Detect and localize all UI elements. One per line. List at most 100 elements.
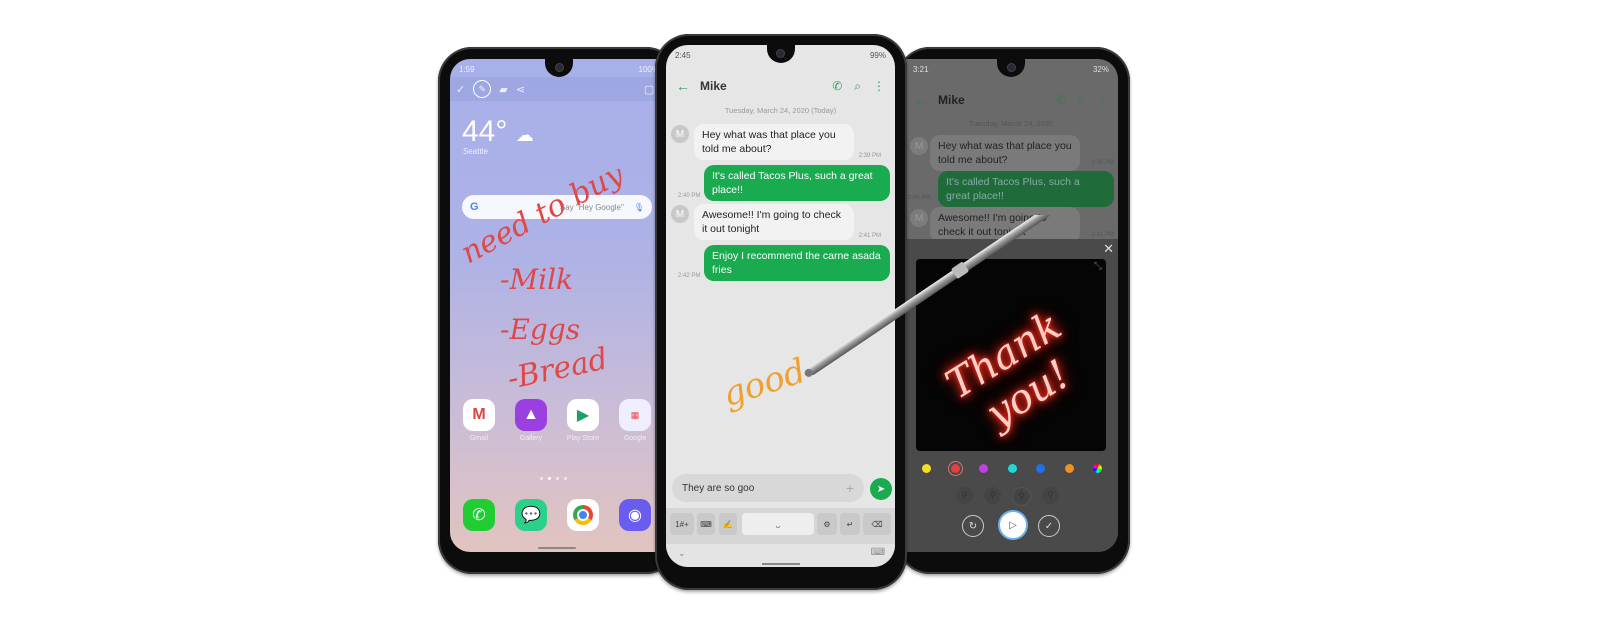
color-blue[interactable] — [1036, 464, 1045, 473]
undo-button[interactable]: ↻ — [962, 515, 984, 537]
camera-icon: ◉ — [619, 499, 651, 531]
call-icon[interactable]: ✆ — [1055, 93, 1065, 107]
keyboard-toggle-icon[interactable]: ⌨ — [871, 547, 885, 558]
chat-header: ← Mike ✆ ⌕ ⋮ — [666, 69, 895, 103]
check-icon[interactable]: ✓ — [456, 83, 465, 96]
back-icon[interactable]: ← — [914, 92, 928, 108]
message-bubble: Hey what was that place you told me abou… — [930, 135, 1080, 171]
phone-icon: ✆ — [463, 499, 495, 531]
done-button[interactable]: ✓ — [1038, 515, 1060, 537]
message-bubble: It's called Tacos Plus, such a great pla… — [704, 165, 890, 201]
share-icon[interactable]: ⋖ — [516, 83, 525, 96]
dock-chrome[interactable] — [566, 499, 600, 535]
search-icon[interactable]: ⌕ — [1077, 93, 1084, 108]
message-time: 2:39 PM — [1091, 160, 1114, 166]
nav-bar: ⌄ ⌨ — [666, 544, 895, 567]
date-label: Tuesday, March 24, 2020 — [968, 119, 1054, 128]
dock-camera[interactable]: ◉ — [618, 499, 652, 535]
home-indicator — [538, 547, 576, 549]
pen-toolbar: ✓ ✎ ▰ ⋖ ▢ › — [450, 77, 668, 101]
close-icon[interactable]: ✕ — [1103, 241, 1114, 257]
pen-icon[interactable]: ✎ — [473, 80, 492, 98]
collapse-icon[interactable]: ⤡ — [1094, 261, 1102, 272]
note-line-3: -Eggs — [500, 313, 580, 346]
color-palette — [922, 464, 1102, 473]
stylus-body — [807, 215, 1050, 376]
status-time: 3:21 — [913, 64, 929, 74]
message-time: 2:40 PM — [678, 193, 701, 199]
contact-name: Mike — [700, 79, 727, 93]
status-time: 1:59 — [459, 64, 475, 74]
settings-icon[interactable]: ⚙ — [817, 513, 837, 535]
send-button[interactable]: ➤ — [870, 478, 892, 500]
message-time: 2:39 PM — [858, 153, 881, 159]
more-icon[interactable]: ⋮ — [1096, 93, 1108, 107]
avatar: M — [671, 205, 689, 223]
status-battery: 32% — [1092, 64, 1109, 74]
brush-icon[interactable]: ⚲ — [1042, 487, 1059, 504]
backspace-icon[interactable]: ⌫ — [863, 513, 891, 535]
play-button[interactable]: ▷ — [998, 510, 1028, 540]
avatar: M — [671, 125, 689, 143]
chrome-icon — [567, 499, 599, 531]
message-bubble: It's called Tacos Plus, such a great pla… — [938, 171, 1114, 207]
status-time: 2:45 — [675, 50, 691, 60]
page-indicator — [540, 477, 567, 480]
gmail-icon: M — [463, 399, 495, 431]
dock-phone[interactable]: ✆ — [462, 499, 496, 535]
messages-icon: 💬 — [515, 499, 547, 531]
color-rainbow[interactable] — [1093, 464, 1102, 473]
handwriting-keyboard-bar: 1#+ ⌨ ✍ ⎵ ⚙ ↵ ⌫ — [666, 508, 895, 544]
message-time: 2:42 PM — [678, 273, 701, 279]
app-gallery[interactable]: ▲ Gallery — [514, 399, 548, 442]
contact-name: Mike — [938, 93, 965, 107]
chat-header: ← Mike ✆ ⌕ ⋮ — [904, 83, 1118, 117]
home-screen: 1:59 100% ✓ ✎ ▰ ⋖ ▢ › 44° ☁ Seattle G Sa… — [450, 59, 668, 552]
crop-icon[interactable]: ▢ — [644, 83, 654, 96]
note-line-1: need to buy — [460, 169, 630, 271]
enter-icon[interactable]: ↵ — [840, 513, 860, 535]
message-bubble: Hey what was that place you told me abou… — [694, 124, 854, 160]
weather-city: Seattle — [463, 147, 488, 156]
handwriting-icon[interactable]: ✍ — [719, 513, 737, 535]
brush-icon[interactable]: ⚲ — [1012, 487, 1031, 506]
brush-icon[interactable]: ⚲ — [984, 487, 1001, 504]
more-icon[interactable]: ⋮ — [873, 79, 885, 93]
search-icon[interactable]: ⌕ — [854, 79, 861, 94]
note-line-2: -Milk — [500, 263, 573, 296]
app-play-store[interactable]: ▶ Play Store — [566, 399, 600, 442]
brush-icon[interactable]: ⚲ — [956, 487, 973, 504]
color-yellow[interactable] — [922, 464, 931, 473]
message-input[interactable]: They are so goo + — [672, 474, 864, 502]
message-time: 2:40 PM — [908, 195, 931, 201]
app-google-folder[interactable]: ▦ Google — [618, 399, 652, 442]
home-indicator — [762, 563, 800, 565]
keyboard-icon[interactable]: ⌨ — [697, 513, 715, 535]
stylus-pen — [804, 215, 1050, 377]
message-input-value: They are so goo — [682, 482, 755, 494]
avatar: M — [910, 137, 928, 155]
gallery-icon: ▲ — [515, 399, 547, 431]
dock-messages[interactable]: 💬 — [514, 499, 548, 535]
message-time: 2:41 PM — [1091, 232, 1114, 238]
left-phone: 1:59 100% ✓ ✎ ▰ ⋖ ▢ › 44° ☁ Seattle G Sa… — [438, 47, 680, 574]
space-key[interactable]: ⎵ — [742, 513, 814, 535]
add-icon[interactable]: + — [846, 480, 854, 496]
note-line-4: -Bread — [504, 342, 610, 397]
handwriting-good: good — [717, 350, 811, 416]
eraser-icon[interactable]: ▰ — [499, 83, 507, 96]
call-icon[interactable]: ✆ — [832, 79, 842, 93]
chevron-down-icon[interactable]: ⌄ — [678, 548, 686, 559]
color-red-selected[interactable] — [950, 464, 960, 473]
color-purple[interactable] — [979, 464, 988, 473]
status-battery: 99% — [869, 50, 886, 60]
weather-temperature[interactable]: 44° ☁ — [462, 115, 534, 149]
date-label: Tuesday, March 24, 2020 (Today) — [724, 106, 837, 115]
color-cyan[interactable] — [1007, 464, 1017, 473]
handwritten-note: need to buy -Milk -Eggs -Bread — [460, 169, 630, 397]
cloud-icon: ☁ — [515, 125, 534, 145]
back-icon[interactable]: ← — [676, 78, 690, 94]
symbols-key[interactable]: 1#+ — [670, 513, 694, 535]
app-gmail[interactable]: M Gmail — [462, 399, 496, 442]
color-orange[interactable] — [1064, 464, 1074, 473]
